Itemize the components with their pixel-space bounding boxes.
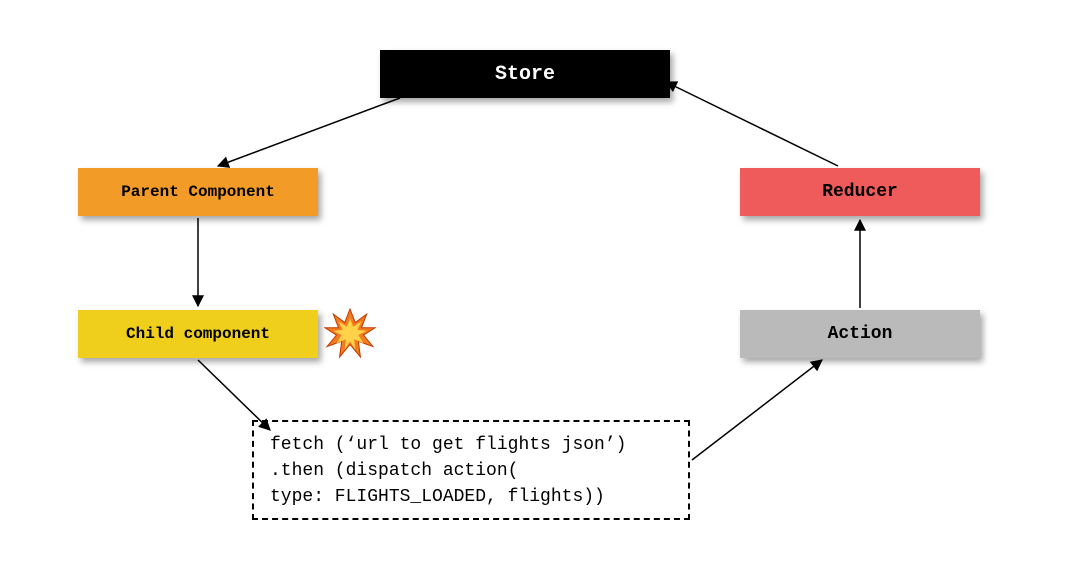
arrow-reducer-to-store <box>666 82 838 166</box>
diagram-stage: Store Parent Component Child component R… <box>0 0 1072 574</box>
node-action: Action <box>740 310 980 358</box>
arrow-store-to-parent <box>218 98 400 166</box>
arrow-code-to-action <box>692 360 822 460</box>
node-parent-component: Parent Component <box>78 168 318 216</box>
collision-icon <box>324 308 376 360</box>
code-snippet-box: fetch (‘url to get flights json’) .then … <box>252 420 690 520</box>
node-reducer-label: Reducer <box>822 182 898 202</box>
node-store-label: Store <box>495 63 555 86</box>
node-child-component: Child component <box>78 310 318 358</box>
code-line-1: fetch (‘url to get flights json’) <box>270 432 672 458</box>
node-action-label: Action <box>828 324 893 344</box>
node-child-label: Child component <box>126 325 270 343</box>
code-line-2: .then (dispatch action( <box>270 458 672 484</box>
node-reducer: Reducer <box>740 168 980 216</box>
node-parent-label: Parent Component <box>121 183 275 201</box>
node-store: Store <box>380 50 670 98</box>
code-line-3: type: FLIGHTS_LOADED, flights)) <box>270 484 672 510</box>
